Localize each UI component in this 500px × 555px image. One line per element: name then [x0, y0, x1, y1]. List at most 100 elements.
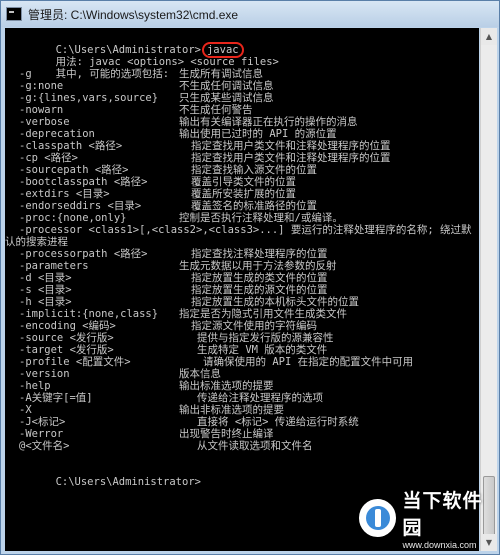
option-description: 指定放置生成的本机标头文件的位置 — [191, 296, 359, 308]
watermark-name: 当下软件园 — [402, 490, 483, 539]
option-description: 从文件读取选项和文件名 — [197, 440, 313, 452]
option-name: -X — [19, 404, 32, 416]
option-name: -J<标记> — [19, 416, 66, 428]
option-row: -profile <配置文件> 请确保使用的 API 在指定的配置文件中可用 — [5, 356, 479, 368]
option-description: 不生成任何警告 — [179, 104, 253, 116]
cmd-window: 管理员: C:\Windows\system32\cmd.exe C:\User… — [0, 0, 500, 555]
option-row: -cp <路径> 指定查找用户类文件和注释处理程序的位置 — [5, 152, 479, 164]
option-name: -cp <路径> — [19, 152, 78, 164]
option-row: -g 生成所有调试信息 — [5, 68, 479, 80]
option-row: -proc:{none,only} 控制是否执行注释处理和/或编译。 — [5, 212, 479, 224]
option-row: -sourcepath <路径> 指定查找输入源文件的位置 — [5, 164, 479, 176]
intro-line: 其中, 可能的选项包括: — [5, 56, 479, 80]
option-name: -implicit:{none,class} — [19, 308, 159, 320]
final-prompt-text: C:\Users\Administrator> — [55, 476, 201, 488]
option-row: -endorseddirs <目录> 覆盖签名的标准路径的位置 — [5, 200, 479, 212]
option-name: -encoding <编码> — [19, 320, 116, 332]
option-description: 输出有关编译器正在执行的操作的消息 — [179, 116, 358, 128]
window-title: 管理员: C:\Windows\system32\cmd.exe — [28, 7, 239, 22]
watermark-text: 当下软件园 www.downxia.com — [402, 486, 499, 550]
option-name: -deprecation — [19, 128, 95, 140]
option-name: -target <发行版> — [19, 344, 114, 356]
option-name: -s <目录> — [19, 284, 72, 296]
option-name: -proc:{none,only} — [19, 212, 127, 224]
option-name: -g:none — [19, 80, 64, 92]
option-row: @<文件名> 从文件读取选项和文件名 — [5, 440, 479, 452]
option-row: -source <发行版> 提供与指定发行版的源兼容性 — [5, 332, 479, 344]
option-row: -bootclasspath <路径> 覆盖引导类文件的位置 — [5, 176, 479, 188]
option-name: -profile <配置文件> — [19, 356, 131, 368]
option-description: 指定放置生成的源文件的位置 — [191, 284, 328, 296]
option-description: 覆盖引导类文件的位置 — [191, 176, 296, 188]
option-description: 指定是否为隐式引用文件生成类文件 — [179, 308, 347, 320]
option-row: -help 输出标准选项的提要 — [5, 380, 479, 392]
option-name: -help — [19, 380, 51, 392]
option-description: 覆盖所安装扩展的位置 — [191, 188, 296, 200]
console-area[interactable]: C:\Users\Administrator> javac 用法: javac <… — [5, 28, 479, 551]
console-output: C:\Users\Administrator> javac 用法: javac <… — [5, 32, 479, 488]
watermark: 当下软件园 www.downxia.com — [359, 486, 499, 550]
option-description: 覆盖签名的标准路径的位置 — [191, 200, 317, 212]
option-name: -processorpath <路径> — [19, 248, 148, 260]
option-name: -extdirs <目录> — [19, 188, 110, 200]
watermark-url: www.downxia.com — [402, 540, 477, 550]
option-description: 指定放置生成的类文件的位置 — [191, 272, 328, 284]
option-description: 提供与指定发行版的源兼容性 — [197, 332, 334, 344]
option-row: -verbose 输出有关编译器正在执行的操作的消息 — [5, 116, 479, 128]
option-row: -J<标记> 直接将 <标记> 传递给运行时系统 — [5, 416, 479, 428]
option-row: -target <发行版> 生成特定 VM 版本的类文件 — [5, 344, 479, 356]
option-name: -Werror — [19, 428, 64, 440]
option-row: -d <目录> 指定放置生成的类文件的位置 — [5, 272, 479, 284]
option-description: 生成特定 VM 版本的类文件 — [197, 344, 328, 356]
title-bar[interactable]: 管理员: C:\Windows\system32\cmd.exe — [1, 1, 499, 27]
final-prompt-line: C:\Users\Administrator> — [5, 464, 479, 488]
option-row: -deprecation 输出使用已过时的 API 的源位置 — [5, 128, 479, 140]
option-row: 认的搜索进程 — [5, 236, 479, 248]
cmd-icon — [6, 7, 22, 21]
option-name: -endorseddirs <目录> — [19, 200, 142, 212]
option-name: 认的搜索进程 — [5, 236, 68, 248]
option-name: -source <发行版> — [19, 332, 114, 344]
option-description: 指定查找输入源文件的位置 — [191, 164, 317, 176]
option-row: -version 版本信息 — [5, 368, 479, 380]
option-row: -A关键字[=值] 传递给注释处理程序的选项 — [5, 392, 479, 404]
option-name: @<文件名> — [19, 440, 70, 452]
option-name: -g:{lines,vars,source} — [19, 92, 159, 104]
scroll-up-icon[interactable]: ▲ — [481, 28, 497, 45]
vertical-scrollbar[interactable]: ▲ ▼ — [480, 28, 497, 551]
option-description: 指定源文件使用的字符编码 — [191, 320, 317, 332]
option-description: 出现警告时终止编译 — [179, 428, 274, 440]
option-row: -extdirs <目录> 覆盖所安装扩展的位置 — [5, 188, 479, 200]
option-row: -classpath <路径> 指定查找用户类文件和注释处理程序的位置 — [5, 140, 479, 152]
option-row: -nowarn 不生成任何警告 — [5, 104, 479, 116]
option-row: -processor <class1>[,<class2>,<class3>..… — [5, 224, 479, 236]
option-row: -s <目录> 指定放置生成的源文件的位置 — [5, 284, 479, 296]
option-name: -nowarn — [19, 104, 64, 116]
option-name: -version — [19, 368, 70, 380]
option-description: 直接将 <标记> 传递给运行时系统 — [197, 416, 359, 428]
prompt-line: C:\Users\Administrator> javac — [5, 32, 479, 58]
option-description: 输出非标准选项的提要 — [179, 404, 284, 416]
option-row: -encoding <编码> 指定源文件使用的字符编码 — [5, 320, 479, 332]
option-name: -h <目录> — [19, 296, 72, 308]
option-row: -Werror 出现警告时终止编译 — [5, 428, 479, 440]
option-description: 不生成任何调试信息 — [179, 80, 274, 92]
option-description: 输出标准选项的提要 — [179, 380, 274, 392]
option-name: -verbose — [19, 116, 70, 128]
option-description: 请确保使用的 API 在指定的配置文件中可用 — [203, 356, 414, 368]
option-name: -parameters — [19, 260, 89, 272]
option-name: -g — [19, 68, 32, 80]
option-row: -g:none 不生成任何调试信息 — [5, 80, 479, 92]
option-description: 生成元数据以用于方法参数的反射 — [179, 260, 337, 272]
option-description: 版本信息 — [179, 368, 221, 380]
option-name: -bootclasspath <路径> — [19, 176, 148, 188]
option-description: 只生成某些调试信息 — [179, 92, 274, 104]
option-row: -processorpath <路径> 指定查找注释处理程序的位置 — [5, 248, 479, 260]
option-name: -processor <class1>[,<class2>,<class3>..… — [19, 224, 472, 236]
option-row: -implicit:{none,class} 指定是否为隐式引用文件生成类文件 — [5, 308, 479, 320]
option-description: 生成所有调试信息 — [179, 68, 263, 80]
option-row: -g:{lines,vars,source} 只生成某些调试信息 — [5, 92, 479, 104]
option-description: 指定查找注释处理程序的位置 — [191, 248, 328, 260]
option-row: -X 输出非标准选项的提要 — [5, 404, 479, 416]
